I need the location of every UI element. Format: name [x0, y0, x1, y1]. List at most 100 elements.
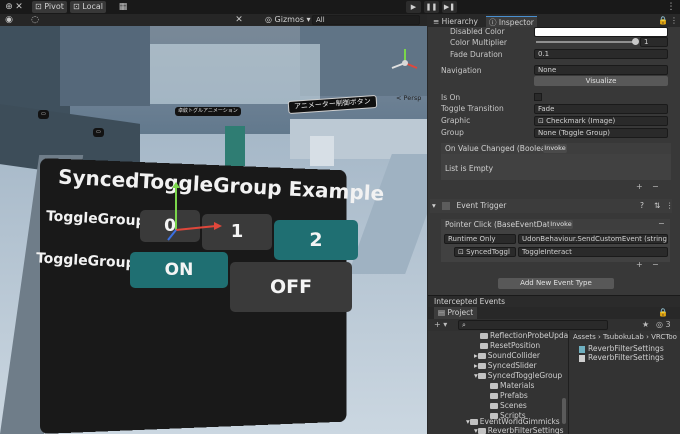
- shading-mode-icon[interactable]: ◉: [2, 14, 16, 26]
- project-add-button[interactable]: + ▾: [434, 320, 447, 330]
- graphic-field[interactable]: ⊡ Checkmark (Image): [534, 116, 668, 126]
- pause-button[interactable]: ❚❚: [424, 1, 439, 13]
- tab-project-label: Project: [447, 308, 474, 317]
- draw-mode-icon[interactable]: ◌: [28, 14, 42, 26]
- building-center: [60, 26, 150, 106]
- tree-item[interactable]: Scenes: [490, 401, 527, 411]
- project-assets: Assets › TsubokuLab › VRCToo ReverbFilte…: [568, 331, 680, 434]
- pointer-click-header: Pointer Click (BaseEventData) Invoke: [441, 219, 670, 230]
- function-dropdown[interactable]: UdonBehaviour.SendCustomEvent (string): [518, 234, 668, 244]
- local-toggle[interactable]: ⊡ Local: [70, 1, 106, 13]
- favorite-icon[interactable]: ★: [642, 320, 649, 330]
- tab-project[interactable]: ▤ Project: [434, 307, 478, 319]
- slider-knob[interactable]: [632, 38, 639, 45]
- transform-tool-icon[interactable]: ✕: [12, 1, 26, 13]
- scene-label-tiny-2: ▭: [93, 128, 104, 137]
- pivot-label: Pivot: [44, 2, 64, 11]
- scene-search-input[interactable]: All: [312, 15, 420, 25]
- reverb-asset-icon: [579, 345, 585, 353]
- argument-input[interactable]: ToggleInteract: [518, 247, 668, 257]
- gizmos-dropdown[interactable]: ◎ Gizmos ▾: [262, 14, 314, 26]
- pivot-toggle[interactable]: ⊡ Pivot: [32, 1, 67, 13]
- target-object-label: SyncedToggl: [466, 248, 510, 256]
- on-value-changed-header: On Value Changed (Boolean) Invoke: [441, 143, 671, 154]
- grid-snap-icon[interactable]: ▦: [116, 1, 130, 13]
- color-multiplier-slider[interactable]: [536, 38, 639, 45]
- project-search-input[interactable]: ⌕: [458, 320, 608, 330]
- breadcrumb: Assets › TsubokuLab › VRCToo: [573, 333, 677, 341]
- asset-item[interactable]: ReverbFilterSettings: [579, 353, 664, 363]
- tab-hierarchy-label: Hierarchy: [441, 17, 478, 26]
- event-list: List is Empty: [441, 154, 671, 180]
- remove-listener-button[interactable]: −: [652, 260, 659, 270]
- foldout-arrow-icon[interactable]: ▾: [432, 201, 436, 210]
- project-toolbar: + ▾ ⌕ ★ ◎ 3: [428, 319, 680, 331]
- folder-icon: [490, 393, 498, 399]
- project-lock-icon[interactable]: 🔒: [658, 308, 668, 318]
- on-button[interactable]: ON: [130, 252, 228, 288]
- tree-item[interactable]: ▾ SyncedToggleGroup: [474, 371, 562, 381]
- pointer-click-label: Pointer Click (BaseEventData): [445, 220, 558, 229]
- persp-label[interactable]: < Persp: [396, 94, 421, 102]
- target-object-field[interactable]: ⊡ SyncedToggl: [454, 247, 516, 257]
- scene-label-tiny-1: ▭: [38, 110, 49, 119]
- toggle-transition-dropdown[interactable]: Fade: [534, 104, 668, 114]
- intercepted-events-bar[interactable]: Intercepted Events: [428, 295, 680, 307]
- off-button[interactable]: OFF: [230, 262, 352, 312]
- transform-gizmo[interactable]: [158, 182, 222, 242]
- project-tab-bar: ▤ Project 🔒: [428, 307, 680, 319]
- tree-item[interactable]: ▾ ReverbFilterSettings: [474, 426, 564, 434]
- component-menu-icon[interactable]: ⋮: [666, 199, 674, 213]
- breadcrumb-vrctoo[interactable]: VRCToo: [651, 333, 677, 341]
- navigation-dropdown[interactable]: None: [534, 65, 668, 75]
- invoke-button-2[interactable]: Invoke: [549, 220, 573, 229]
- color-multiplier-field[interactable]: 1: [640, 37, 668, 47]
- slider-fill: [536, 41, 636, 43]
- settings-icon[interactable]: ⇅: [654, 199, 660, 213]
- visualize-button[interactable]: Visualize: [534, 76, 668, 86]
- runtime-dropdown[interactable]: Runtime Only: [444, 234, 516, 244]
- help-icon[interactable]: ?: [640, 199, 644, 213]
- component-enable-checkbox[interactable]: [442, 202, 451, 210]
- project-tree-scrollbar[interactable]: [562, 398, 566, 424]
- add-event-button[interactable]: +: [636, 182, 643, 192]
- add-listener-button[interactable]: +: [636, 260, 643, 270]
- asset-count-label: 3: [665, 320, 671, 329]
- step-button[interactable]: ▶❚: [442, 1, 457, 13]
- tree-item[interactable]: ▸ SyncedSlider: [474, 361, 537, 371]
- invoke-button[interactable]: Invoke: [543, 144, 567, 153]
- graphic-label: Graphic: [441, 116, 471, 125]
- play-button[interactable]: ▶: [406, 1, 421, 13]
- teal-pillar: [225, 126, 245, 166]
- on-value-changed-label: On Value Changed (Boolean): [445, 144, 554, 153]
- local-label: Local: [82, 2, 103, 11]
- tools-icon[interactable]: ✕: [232, 14, 246, 26]
- inspector-menu-icon[interactable]: ⋮: [670, 16, 678, 26]
- remove-event-button[interactable]: −: [652, 182, 659, 192]
- asset-count: ◎ 3: [656, 320, 671, 329]
- breadcrumb-assets[interactable]: Assets: [573, 333, 596, 341]
- folder-icon: [490, 403, 498, 409]
- tree-item[interactable]: ▸ SoundCollider: [474, 351, 540, 361]
- remove-trigger-button[interactable]: −: [658, 219, 665, 229]
- lock-icon[interactable]: 🔒: [658, 16, 668, 26]
- orientation-gizmo[interactable]: [388, 46, 422, 80]
- is-on-label: Is On: [441, 93, 461, 102]
- fade-duration-field[interactable]: 0.1: [534, 49, 668, 59]
- event-trigger-header[interactable]: ▾ Event Trigger ? ⇅ ⋮: [430, 199, 674, 213]
- toggle-button-2[interactable]: 2: [274, 220, 358, 260]
- breadcrumb-tsubokulab[interactable]: TsubokuLab: [603, 333, 644, 341]
- group-field[interactable]: None (Toggle Group): [534, 128, 668, 138]
- tree-item[interactable]: ReflectionProbeUpda: [480, 331, 568, 341]
- folder-icon: [477, 373, 486, 379]
- add-event-type-button[interactable]: Add New Event Type: [498, 278, 614, 289]
- menu-icon[interactable]: ⋮: [664, 1, 678, 13]
- tree-item[interactable]: ResetPosition: [480, 341, 540, 351]
- tree-item[interactable]: Materials: [490, 381, 534, 391]
- main-toolbar: ⊕ ✕ ⊡ Pivot ⊡ Local ▦ ▶ ❚❚ ▶❚ ⋮: [0, 0, 680, 14]
- folder-icon: [480, 343, 488, 349]
- is-on-checkbox[interactable]: [534, 93, 542, 101]
- folder-icon: [469, 419, 478, 425]
- disabled-color-field[interactable]: [534, 27, 668, 37]
- tree-item[interactable]: Prefabs: [490, 391, 528, 401]
